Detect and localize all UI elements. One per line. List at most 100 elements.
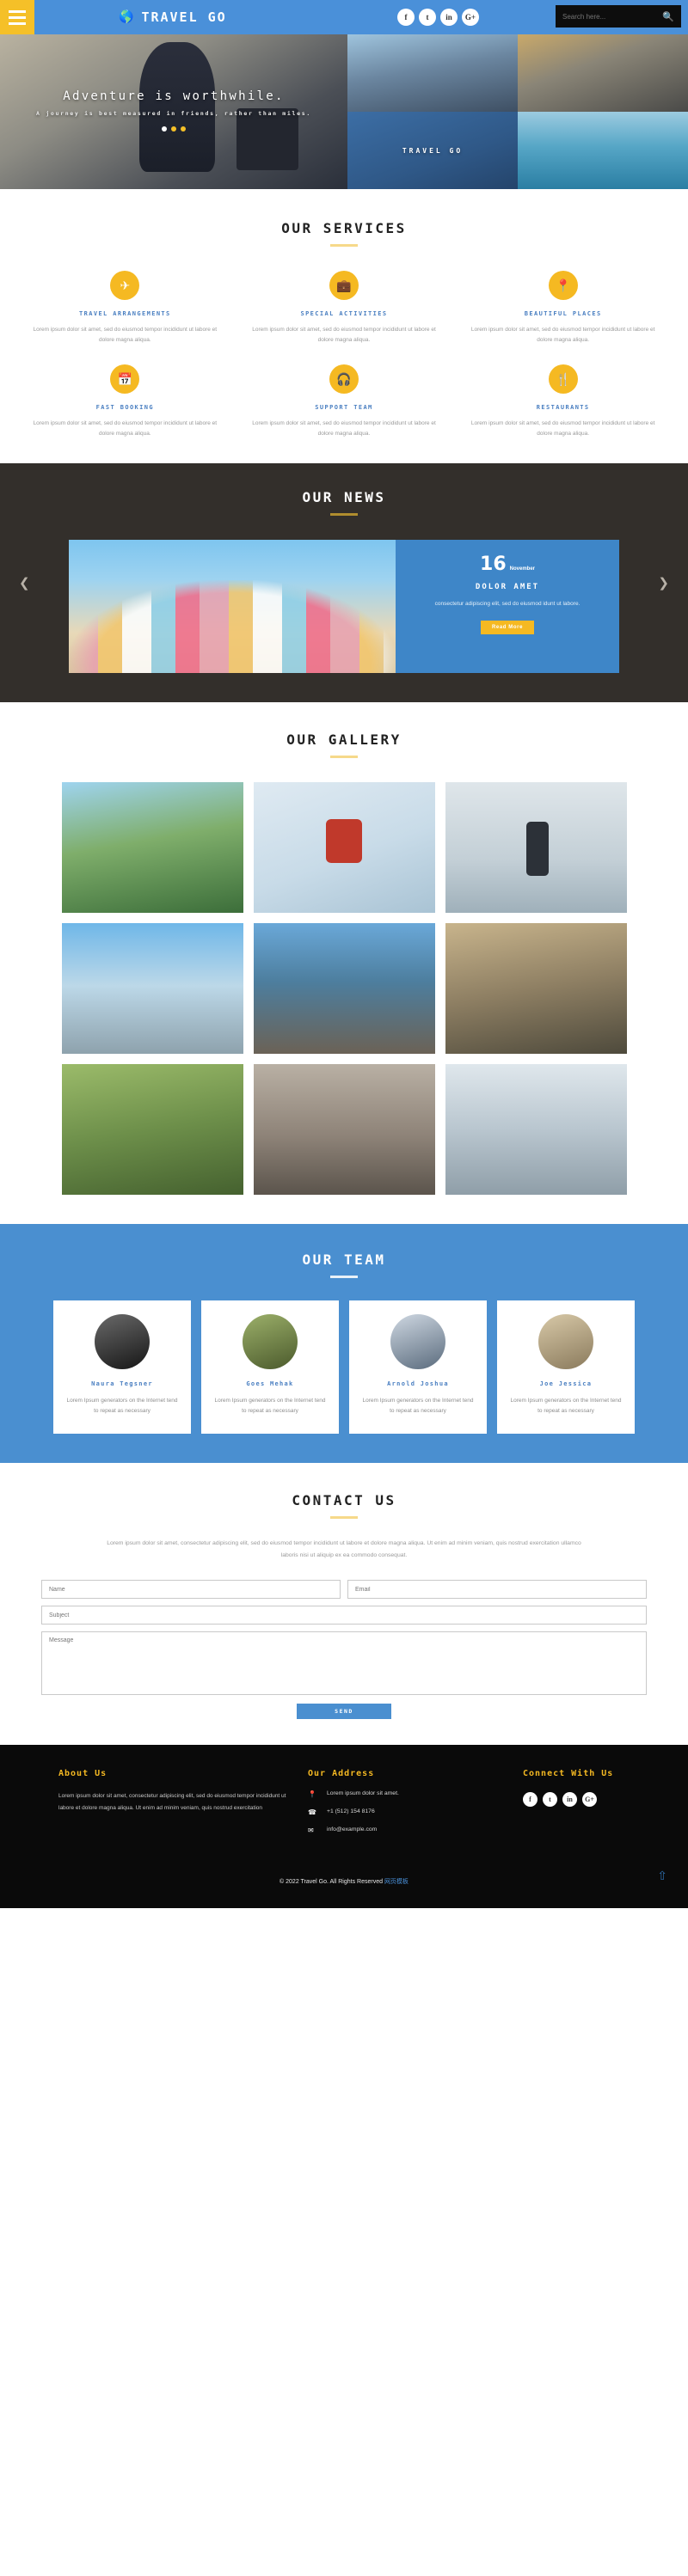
calendar-icon: 📅 (110, 364, 140, 395)
gallery-grid (0, 782, 688, 1196)
slider-dots (0, 126, 347, 132)
headset-icon: 🎧 (329, 364, 359, 395)
facebook-icon[interactable]: f (523, 1792, 538, 1808)
hero-tile-label: TRAVEL GO (402, 146, 464, 155)
read-more-button[interactable]: Read More (480, 620, 535, 634)
footer-about-title: About Us (58, 1769, 108, 1779)
contact-form: SEND (41, 1580, 647, 1720)
service-title: RESTAURANTS (536, 404, 590, 412)
subject-field[interactable] (41, 1606, 647, 1625)
news-description: consectetur adipiscing elit, sed do eius… (434, 601, 580, 608)
news-day: 16 (480, 554, 507, 576)
cutlery-icon: 🍴 (548, 364, 578, 395)
slider-dot-2[interactable] (171, 126, 176, 132)
news-date: 16 November (409, 554, 605, 575)
gallery-item-venice-bridge[interactable] (61, 923, 243, 1055)
google-plus-icon[interactable]: G+ (462, 9, 479, 26)
twitter-icon[interactable]: t (543, 1792, 557, 1808)
chevron-right-icon[interactable]: ❯ (658, 575, 669, 590)
service-card[interactable]: 🎧 SUPPORT TEAM Lorem ipsum dolor sit ame… (235, 364, 454, 439)
services-header: OUR SERVICES (0, 220, 688, 247)
gallery-item-skier[interactable] (253, 782, 435, 914)
service-title: SUPPORT TEAM (315, 404, 373, 412)
gallery-item-traveler-coast[interactable] (445, 782, 627, 914)
phone-icon: ☎ (308, 1808, 316, 1817)
gallery-item-harbor-dock[interactable] (253, 923, 435, 1055)
gallery-section: OUR GALLERY (0, 702, 688, 1225)
slider-dot-3[interactable] (181, 126, 186, 132)
send-button[interactable]: SEND (297, 1704, 391, 1720)
title-underline (330, 1276, 358, 1279)
news-headline: DOLOR AMET (475, 583, 540, 592)
avatar (95, 1314, 150, 1370)
hero-tile-mountain[interactable] (347, 34, 518, 112)
airplane-icon: ✈ (110, 271, 140, 300)
brand-logo[interactable]: 🌎 TRAVEL GO (119, 9, 227, 25)
team-member-card[interactable]: Goes Mehak Lorem Ipsum generators on the… (201, 1300, 339, 1435)
facebook-icon[interactable]: f (397, 9, 415, 26)
services-section: OUR SERVICES ✈ TRAVEL ARRANGEMENTS Lorem… (0, 189, 688, 464)
search-icon[interactable]: 🔍 (662, 11, 674, 22)
footer-address-line: 📍 Lorem ipsum dolor sit amet. (308, 1790, 506, 1798)
gallery-item-mountain-hiker[interactable] (61, 782, 243, 914)
email-field[interactable] (347, 1580, 647, 1600)
team-member-card[interactable]: Arnold Joshua Lorem Ipsum generators on … (349, 1300, 487, 1435)
news-section: OUR NEWS ❮ ❯ 16 November DOLOR AMET cons… (0, 463, 688, 703)
footer-social-links: f t in G+ (523, 1792, 630, 1808)
footer-email-value: info@example.com (327, 1826, 378, 1833)
contact-intro: Lorem ipsum dolor sit amet, consectetur … (107, 1540, 581, 1558)
form-row (41, 1631, 647, 1696)
chevron-left-icon[interactable]: ❮ (19, 575, 30, 590)
service-card[interactable]: ✈ TRAVEL ARRANGEMENTS Lorem ipsum dolor … (15, 271, 235, 346)
hero-tile-beach[interactable] (518, 112, 688, 189)
search-box: 🔍 (556, 5, 681, 28)
avatar (538, 1314, 593, 1370)
footer-email-line[interactable]: ✉ info@example.com (308, 1826, 506, 1834)
search-input[interactable] (562, 12, 663, 21)
team-grid: Naura Tegsner Lorem Ipsum generators on … (0, 1300, 688, 1435)
news-header: OUR NEWS (0, 489, 688, 517)
news-details: 16 November DOLOR AMET consectetur adipi… (396, 540, 619, 674)
team-member-card[interactable]: Naura Tegsner Lorem Ipsum generators on … (53, 1300, 191, 1435)
service-text: Lorem ipsum dolor sit amet, sed do eiusm… (252, 327, 436, 344)
message-field[interactable] (41, 1631, 647, 1696)
hero-tile-travel-go[interactable]: TRAVEL GO (347, 112, 518, 189)
team-section: OUR TEAM Naura Tegsner Lorem Ipsum gener… (0, 1224, 688, 1464)
footer-columns: About Us Lorem ipsum dolor sit amet, con… (0, 1769, 688, 1845)
avatar (390, 1314, 445, 1370)
hero-slider: Adventure is worthwhile. A journey is be… (0, 34, 347, 189)
twitter-icon[interactable]: t (419, 9, 436, 26)
service-text: Lorem ipsum dolor sit amet, sed do eiusm… (33, 420, 218, 437)
service-card[interactable]: 💼 SPECIAL ACTIVITIES Lorem ipsum dolor s… (235, 271, 454, 346)
gallery-item-road-trip[interactable] (445, 923, 627, 1055)
gallery-header: OUR GALLERY (0, 731, 688, 759)
linkedin-icon[interactable]: in (440, 9, 458, 26)
copyright-link[interactable]: 网页模板 (384, 1879, 408, 1885)
hero-tile-city[interactable] (518, 34, 688, 112)
title-underline (330, 1516, 358, 1520)
upload-icon[interactable]: ⇧ (657, 1869, 667, 1883)
section-title: OUR GALLERY (286, 731, 402, 749)
service-card[interactable]: 📅 FAST BOOKING Lorem ipsum dolor sit ame… (15, 364, 235, 439)
linkedin-icon[interactable]: in (562, 1792, 577, 1808)
map-pin-icon: 📍 (548, 271, 578, 300)
service-card[interactable]: 📍 BEAUTIFUL PLACES Lorem ipsum dolor sit… (453, 271, 673, 346)
gallery-item-skydiver[interactable] (445, 1064, 627, 1196)
slider-dot-1[interactable] (162, 126, 167, 132)
member-bio: Lorem Ipsum generators on the Internet t… (510, 1398, 622, 1415)
footer-connect-title: Connect With Us (523, 1769, 614, 1779)
gallery-item-woman-field[interactable] (61, 1064, 243, 1196)
footer-address-title: Our Address (308, 1769, 375, 1779)
name-field[interactable] (41, 1580, 341, 1600)
team-member-card[interactable]: Joe Jessica Lorem Ipsum generators on th… (497, 1300, 635, 1435)
gallery-item-railway-backpacker[interactable] (253, 1064, 435, 1196)
service-card[interactable]: 🍴 RESTAURANTS Lorem ipsum dolor sit amet… (453, 364, 673, 439)
service-title: SPECIAL ACTIVITIES (300, 310, 388, 317)
hamburger-icon[interactable] (0, 0, 34, 34)
form-row (41, 1580, 647, 1600)
member-name: Goes Mehak (246, 1380, 294, 1388)
google-plus-icon[interactable]: G+ (582, 1792, 597, 1808)
news-photo (69, 540, 396, 674)
footer-phone-line[interactable]: ☎ +1 (512) 154 8176 (308, 1808, 506, 1816)
title-underline (330, 756, 358, 759)
